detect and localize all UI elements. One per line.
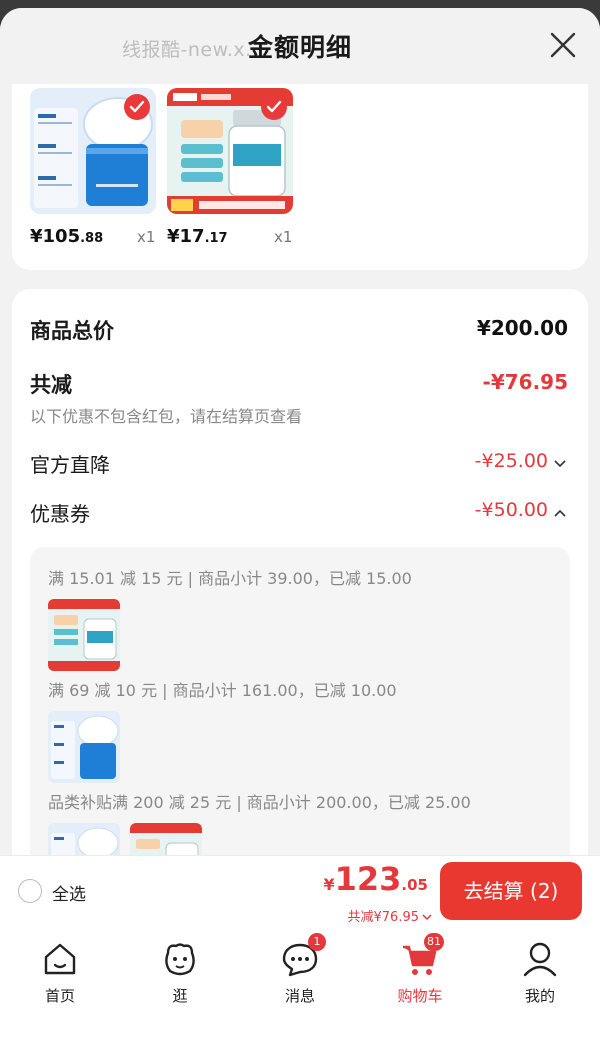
coupon-detail-box: 满 15.01 减 15 元 | 商品小计 39.00，已减 15.00 满 6… bbox=[30, 547, 570, 877]
checkout-button[interactable]: 去结算 (2) bbox=[440, 862, 582, 920]
user-icon bbox=[520, 939, 560, 979]
product-image-vitamin[interactable] bbox=[167, 88, 293, 214]
chevron-down-icon bbox=[419, 910, 432, 925]
coupon-value: -¥50.00 bbox=[474, 499, 548, 521]
coupon-detail-line: 满 69 减 10 元 | 商品小计 161.00，已减 10.00 bbox=[48, 681, 397, 700]
select-all-radio[interactable] bbox=[18, 879, 42, 903]
tab-label: 首页 bbox=[44, 987, 75, 1005]
product-image-cream[interactable] bbox=[30, 88, 156, 214]
coupon-detail-line: 满 15.01 减 15 元 | 商品小计 39.00，已减 15.00 bbox=[48, 569, 412, 588]
goods-total-value: ¥200.00 bbox=[476, 316, 568, 340]
product-quantity: x1 bbox=[137, 228, 156, 246]
selected-check-icon[interactable] bbox=[124, 94, 150, 120]
product-price: ¥105.88 bbox=[30, 226, 104, 247]
total-price: ¥123.05 bbox=[323, 860, 428, 898]
coupon-product-thumb-cream bbox=[48, 711, 120, 783]
tab-home[interactable]: 首页 bbox=[20, 939, 100, 1006]
saved-amount: 共减¥76.95 bbox=[347, 910, 420, 925]
tab-label: 逛 bbox=[172, 987, 188, 1005]
sheet-title: 金额明细 bbox=[247, 33, 352, 62]
tab-profile[interactable]: 我的 bbox=[500, 939, 580, 1006]
product-list-card: ¥105.88 x1 ¥17.17 x1 bbox=[12, 82, 588, 270]
close-icon[interactable] bbox=[548, 30, 578, 60]
product-price: ¥17.17 bbox=[167, 226, 228, 247]
product-quantity: x1 bbox=[274, 228, 293, 246]
saved-amount-toggle[interactable]: 共减¥76.95 bbox=[348, 906, 433, 925]
coupon-detail-line: 品类补贴满 200 减 25 元 | 商品小计 200.00，已减 25.00 bbox=[48, 793, 471, 812]
select-all-label[interactable]: 全选 bbox=[52, 880, 86, 905]
official-discount-label[interactable]: 官方直降 bbox=[30, 449, 110, 478]
price-summary-card: 商品总价 ¥200.00 共减 -¥76.95 以下优惠不包含红包，请在结算页查… bbox=[12, 289, 588, 889]
chevron-down-icon[interactable] bbox=[554, 451, 566, 473]
tab-cart[interactable]: 81 购物车 bbox=[380, 933, 460, 1006]
coupon-row[interactable]: -¥50.00 bbox=[475, 499, 566, 522]
coupon-label[interactable]: 优惠券 bbox=[30, 498, 90, 527]
shopping-cart-icon: 81 bbox=[400, 933, 444, 979]
tab-label: 购物车 bbox=[397, 987, 443, 1005]
selected-check-icon[interactable] bbox=[261, 94, 287, 120]
message-badge: 1 bbox=[308, 933, 326, 951]
official-discount-value: -¥25.00 bbox=[474, 450, 548, 472]
tab-messages[interactable]: 1 消息 bbox=[260, 933, 340, 1006]
bottom-tab-bar: 首页 逛 1 消息 81 购物车 我的 bbox=[0, 933, 600, 1052]
checkout-bar: 全选 ¥123.05 共减¥76.95 去结算 (2) bbox=[0, 855, 600, 934]
official-discount-row[interactable]: -¥25.00 bbox=[475, 450, 566, 473]
chevron-up-icon[interactable] bbox=[554, 500, 566, 522]
tab-browse[interactable]: 逛 bbox=[140, 939, 220, 1006]
coupon-product-thumb-vitamin bbox=[48, 599, 120, 671]
cart-badge: 81 bbox=[424, 933, 444, 951]
discount-note: 以下优惠不包含红包，请在结算页查看 bbox=[30, 407, 303, 426]
sheet-header: 线报酷-new.x... 金额明细 bbox=[0, 8, 600, 84]
home-icon bbox=[40, 939, 80, 979]
chat-bubble-icon: 1 bbox=[280, 933, 326, 979]
dog-face-icon bbox=[160, 939, 200, 979]
tab-label: 消息 bbox=[284, 987, 315, 1005]
goods-total-label: 商品总价 bbox=[30, 319, 114, 343]
discount-value: -¥76.95 bbox=[482, 370, 568, 394]
amount-detail-sheet: 线报酷-new.x... 金额明细 ¥105.88 x1 ¥17.17 x1 商… bbox=[0, 8, 600, 1052]
tab-label: 我的 bbox=[524, 987, 555, 1005]
discount-label: 共减 bbox=[30, 373, 72, 397]
